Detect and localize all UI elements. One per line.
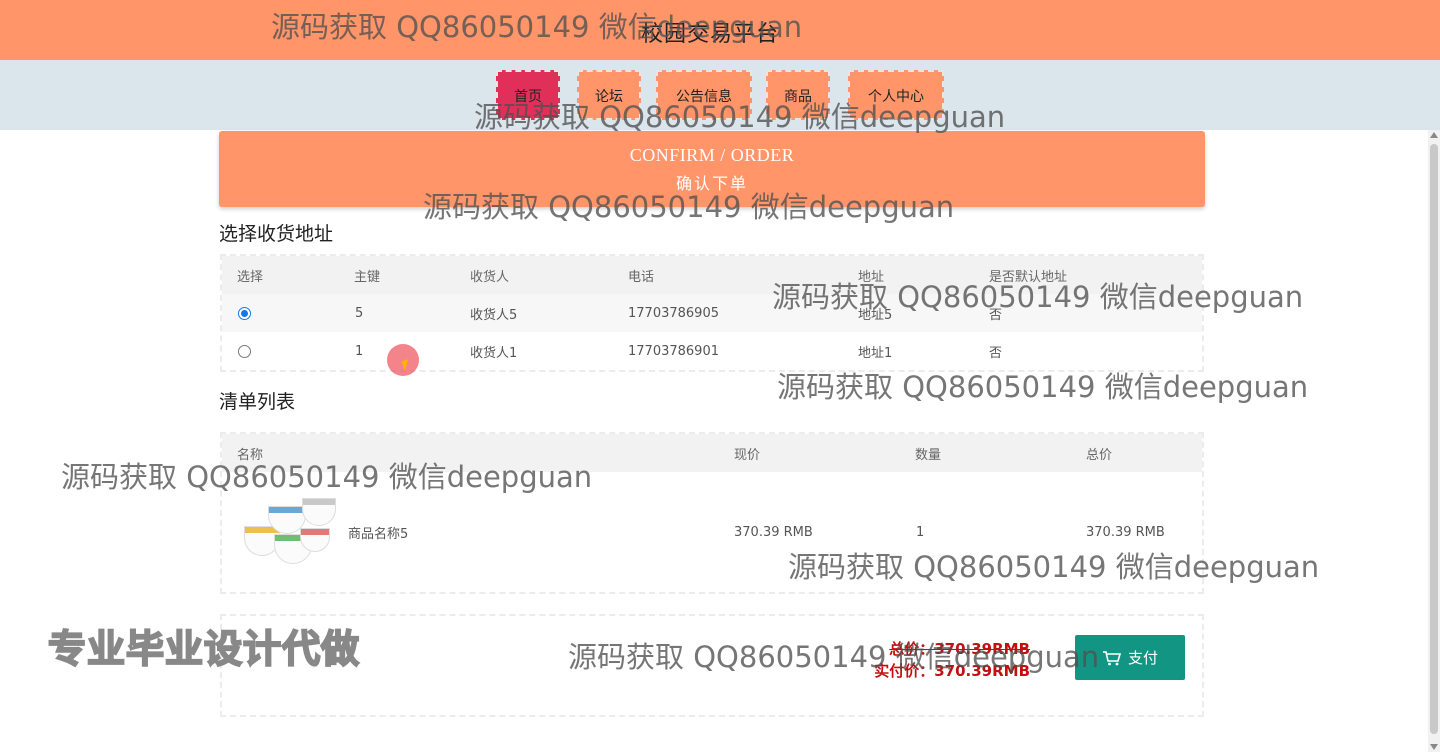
col-price: 现价 bbox=[734, 447, 761, 463]
col-address: 地址 bbox=[858, 269, 885, 285]
cell-default: 否 bbox=[989, 345, 1003, 361]
address-section-title: 选择收货地址 bbox=[219, 223, 334, 245]
product-image[interactable] bbox=[240, 472, 340, 592]
address-radio-selected[interactable] bbox=[238, 306, 251, 320]
nav-item-home[interactable]: 首页 bbox=[496, 70, 560, 120]
banner-title-en: CONFIRM / ORDER bbox=[629, 145, 795, 165]
cell-id: 5 bbox=[355, 305, 364, 321]
nav-item-profile[interactable]: 个人中心 bbox=[848, 70, 944, 120]
bowls-image-icon bbox=[240, 492, 340, 572]
col-name: 名称 bbox=[237, 447, 264, 463]
cell-receiver: 收货人1 bbox=[470, 345, 518, 361]
cell-id: 1 bbox=[355, 343, 364, 359]
cell-total: 370.39 RMB bbox=[1086, 524, 1165, 540]
scroll-up-icon[interactable] bbox=[1430, 132, 1438, 138]
cell-price: 370.39 RMB bbox=[734, 524, 813, 540]
col-quantity: 数量 bbox=[915, 447, 942, 463]
cell-phone: 17703786901 bbox=[628, 343, 719, 359]
cell-default: 否 bbox=[989, 307, 1003, 323]
nav-item-forum[interactable]: 论坛 bbox=[577, 70, 641, 120]
col-receiver: 收货人 bbox=[470, 269, 510, 285]
banner-title-cn: 确认下单 bbox=[675, 174, 748, 193]
cell-phone: 17703786905 bbox=[628, 305, 719, 321]
scroll-down-icon[interactable] bbox=[1430, 744, 1438, 750]
scroll-thumb[interactable] bbox=[1430, 144, 1438, 734]
order-list-header: 名称 现价 数量 总价 bbox=[222, 434, 1202, 472]
cell-address: 地址1 bbox=[858, 345, 893, 361]
col-total: 总价 bbox=[1086, 447, 1113, 463]
col-select: 选择 bbox=[237, 269, 264, 285]
pay-button[interactable]: 支付 bbox=[1075, 635, 1185, 680]
address-table: 选择 主键 收货人 电话 地址 是否默认地址 5 收货人5 1770378690… bbox=[220, 254, 1204, 372]
actual-price-label: 实付价：370.39RMB bbox=[874, 662, 1030, 680]
main-nav: 首页 论坛 公告信息 商品 个人中心 bbox=[0, 60, 1440, 130]
table-row[interactable]: 商品名称5 370.39 RMB 1 370.39 RMB bbox=[222, 472, 1202, 592]
order-list-title: 清单列表 bbox=[219, 391, 296, 413]
col-default: 是否默认地址 bbox=[989, 269, 1068, 285]
col-phone: 电话 bbox=[628, 269, 655, 285]
cart-icon bbox=[1102, 650, 1122, 665]
table-row[interactable]: 5 收货人5 17703786905 地址5 否 bbox=[222, 294, 1202, 332]
nav-item-notices[interactable]: 公告信息 bbox=[656, 70, 752, 120]
site-title: 校园交易平台 bbox=[640, 22, 779, 47]
top-header-bar: 校园交易平台 bbox=[0, 0, 1440, 60]
cell-product-name: 商品名称5 bbox=[348, 526, 409, 542]
nav-item-products[interactable]: 商品 bbox=[766, 70, 830, 120]
payment-panel: 总价：370.39RMB 实付价：370.39RMB 支付 bbox=[220, 614, 1204, 717]
address-radio[interactable] bbox=[238, 344, 251, 358]
confirm-order-banner: CONFIRM / ORDER 确认下单 bbox=[219, 131, 1205, 207]
table-row[interactable]: 1 收货人1 17703786901 地址1 否 bbox=[222, 332, 1202, 370]
promo-overlay-text: 专业毕业设计代做 bbox=[47, 626, 361, 672]
cell-receiver: 收货人5 bbox=[470, 307, 518, 323]
pay-button-label: 支付 bbox=[1127, 649, 1158, 667]
vertical-scrollbar[interactable] bbox=[1428, 130, 1440, 752]
address-table-header: 选择 主键 收货人 电话 地址 是否默认地址 bbox=[222, 256, 1202, 294]
total-price-label: 总价：370.39RMB bbox=[889, 640, 1030, 658]
cell-address: 地址5 bbox=[858, 307, 893, 323]
col-id: 主键 bbox=[354, 269, 381, 285]
cell-quantity: 1 bbox=[916, 524, 925, 540]
order-list-table: 名称 现价 数量 总价 商品名称5 370.39 RMB 1 370.39 RM… bbox=[220, 432, 1204, 594]
